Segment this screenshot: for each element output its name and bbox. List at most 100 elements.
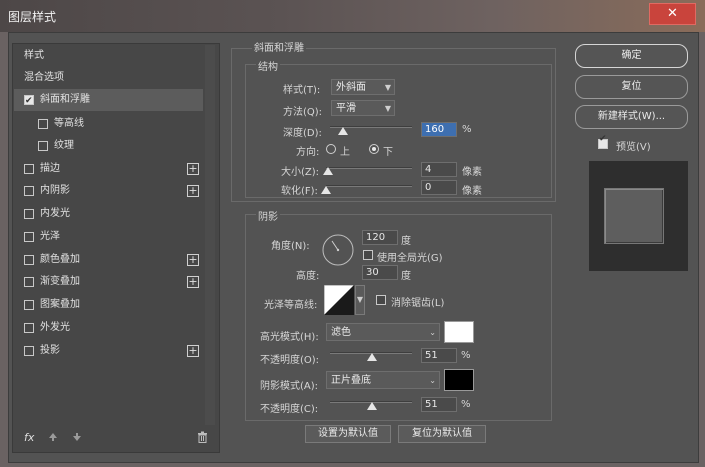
style-label: 样式(T): bbox=[283, 85, 321, 96]
trash-icon[interactable] bbox=[197, 431, 208, 446]
depth-slider-thumb[interactable] bbox=[338, 127, 349, 135]
soften-slider-thumb[interactable] bbox=[321, 186, 331, 194]
bevel-section-title: 斜面和浮雕 bbox=[252, 39, 306, 54]
depth-label: 深度(D): bbox=[283, 128, 322, 139]
shadow-color-swatch[interactable] bbox=[444, 369, 474, 391]
window-title: 图层样式 bbox=[8, 10, 57, 24]
shadow-mode-select[interactable]: 正片叠底 ⌄ bbox=[326, 371, 440, 389]
sidebar-item[interactable]: 内阴影 + bbox=[14, 180, 203, 202]
sidebar-item-label: 光泽 bbox=[40, 231, 60, 242]
sidebar-item-label: 渐变叠加 bbox=[40, 276, 80, 287]
highlight-opacity-input[interactable]: 51 bbox=[421, 348, 457, 363]
sidebar-item-label: 等高线 bbox=[54, 118, 84, 129]
sidebar-item[interactable]: 混合选项 bbox=[14, 67, 203, 89]
sidebar-item-label: 内阴影 bbox=[40, 185, 70, 196]
add-effect-icon[interactable]: + bbox=[187, 345, 199, 357]
soften-input[interactable]: 0 bbox=[421, 180, 457, 195]
sidebar-item[interactable]: 图案叠加 bbox=[14, 294, 203, 316]
sidebar-item-checkbox[interactable] bbox=[24, 277, 34, 287]
highlight-color-swatch[interactable] bbox=[444, 321, 474, 343]
highlight-mode-label: 高光模式(H): bbox=[260, 332, 319, 343]
global-light-label: 使用全局光(G) bbox=[377, 253, 443, 264]
arrow-up-icon[interactable] bbox=[48, 432, 58, 445]
structure-title: 结构 bbox=[256, 58, 280, 73]
highlight-opacity-thumb[interactable] bbox=[366, 353, 377, 361]
angle-label: 角度(N): bbox=[271, 241, 310, 252]
sidebar-item-checkbox[interactable] bbox=[24, 300, 34, 310]
altitude-input[interactable]: 30 bbox=[362, 265, 398, 280]
sidebar-item-label: 外发光 bbox=[40, 322, 70, 333]
direction-down-radio[interactable] bbox=[369, 144, 379, 154]
reset-button[interactable]: 复位 bbox=[575, 75, 688, 99]
style-select[interactable]: 外斜面 ▼ bbox=[331, 79, 395, 95]
depth-unit: % bbox=[462, 124, 472, 135]
shading-title: 阴影 bbox=[256, 208, 280, 223]
ok-button[interactable]: 确定 bbox=[575, 44, 688, 68]
soften-slider-track[interactable] bbox=[326, 185, 412, 187]
fx-menu-button[interactable]: fx bbox=[24, 431, 34, 444]
sidebar-item[interactable]: 描边 + bbox=[14, 158, 203, 180]
direction-down-label: 下 bbox=[383, 147, 393, 158]
direction-label: 方向: bbox=[296, 147, 320, 158]
size-input[interactable]: 4 bbox=[421, 162, 457, 177]
sidebar-item-checkbox[interactable] bbox=[24, 346, 34, 356]
reset-default-button[interactable]: 复位为默认值 bbox=[398, 425, 486, 443]
sidebar-item-checkbox[interactable] bbox=[24, 90, 34, 112]
angle-input[interactable]: 120 bbox=[362, 230, 398, 245]
arrow-down-icon[interactable] bbox=[72, 432, 82, 445]
add-effect-icon[interactable]: + bbox=[187, 185, 199, 197]
size-slider-track[interactable] bbox=[326, 167, 412, 169]
sidebar-item-label: 图案叠加 bbox=[40, 299, 80, 310]
sidebar-item[interactable]: 投影 + bbox=[14, 340, 203, 362]
depth-input[interactable]: 160 bbox=[421, 122, 457, 137]
sidebar-item[interactable]: 外发光 bbox=[14, 317, 203, 339]
soften-label: 软化(F): bbox=[281, 186, 318, 197]
close-button[interactable]: ✕ bbox=[649, 3, 696, 25]
sidebar-item-label: 内发光 bbox=[40, 208, 70, 219]
sidebar-item[interactable]: 斜面和浮雕 bbox=[14, 89, 203, 112]
gloss-contour-label: 光泽等高线: bbox=[264, 300, 318, 311]
style-list-scrollbar[interactable] bbox=[205, 45, 215, 425]
sidebar-item[interactable]: 渐变叠加 + bbox=[14, 271, 203, 293]
soften-unit: 像素 bbox=[462, 186, 482, 197]
shadow-mode-label: 阴影模式(A): bbox=[260, 381, 319, 392]
size-slider-thumb[interactable] bbox=[322, 167, 333, 175]
technique-label: 方法(Q): bbox=[283, 107, 323, 118]
gloss-contour-swatch[interactable] bbox=[323, 284, 355, 316]
preview-swatch bbox=[604, 188, 664, 244]
sidebar-item[interactable]: 纹理 bbox=[14, 135, 203, 157]
sidebar-item-checkbox[interactable] bbox=[24, 209, 34, 219]
sidebar-item-checkbox[interactable] bbox=[24, 164, 34, 174]
sidebar-item[interactable]: 样式 bbox=[14, 45, 203, 67]
make-default-button[interactable]: 设置为默认值 bbox=[305, 425, 391, 443]
sidebar-item[interactable]: 颜色叠加 + bbox=[14, 249, 203, 271]
sidebar-item-checkbox[interactable] bbox=[24, 323, 34, 333]
sidebar-item-checkbox[interactable] bbox=[38, 141, 48, 151]
sidebar-item[interactable]: 光泽 bbox=[14, 226, 203, 248]
add-effect-icon[interactable]: + bbox=[187, 163, 199, 175]
highlight-opacity-label: 不透明度(O): bbox=[260, 355, 320, 366]
size-label: 大小(Z): bbox=[281, 167, 320, 178]
size-unit: 像素 bbox=[462, 167, 482, 178]
add-effect-icon[interactable]: + bbox=[187, 276, 199, 288]
highlight-opacity-unit: % bbox=[461, 350, 471, 361]
sidebar-item-checkbox[interactable] bbox=[24, 255, 34, 265]
technique-select[interactable]: 平滑 ▼ bbox=[331, 100, 395, 116]
sidebar-item-checkbox[interactable] bbox=[24, 186, 34, 196]
direction-up-radio[interactable] bbox=[326, 144, 336, 154]
sidebar-item[interactable]: 内发光 bbox=[14, 203, 203, 225]
sidebar-item[interactable]: 等高线 bbox=[14, 113, 203, 135]
sidebar-item-checkbox[interactable] bbox=[24, 232, 34, 242]
global-light-checkbox[interactable] bbox=[363, 250, 373, 260]
chevron-down-icon[interactable]: ▼ bbox=[355, 285, 365, 315]
highlight-mode-select[interactable]: 滤色 ⌄ bbox=[326, 323, 440, 341]
new-style-button[interactable]: 新建样式(W)... bbox=[575, 105, 688, 129]
preview-checkbox[interactable] bbox=[598, 134, 608, 149]
shadow-opacity-thumb[interactable] bbox=[366, 402, 377, 410]
angle-dial[interactable] bbox=[321, 233, 355, 270]
antialias-checkbox[interactable] bbox=[376, 295, 386, 305]
add-effect-icon[interactable]: + bbox=[187, 254, 199, 266]
sidebar-item-label: 样式 bbox=[24, 50, 44, 61]
sidebar-item-checkbox[interactable] bbox=[38, 119, 48, 129]
shadow-opacity-input[interactable]: 51 bbox=[421, 397, 457, 412]
